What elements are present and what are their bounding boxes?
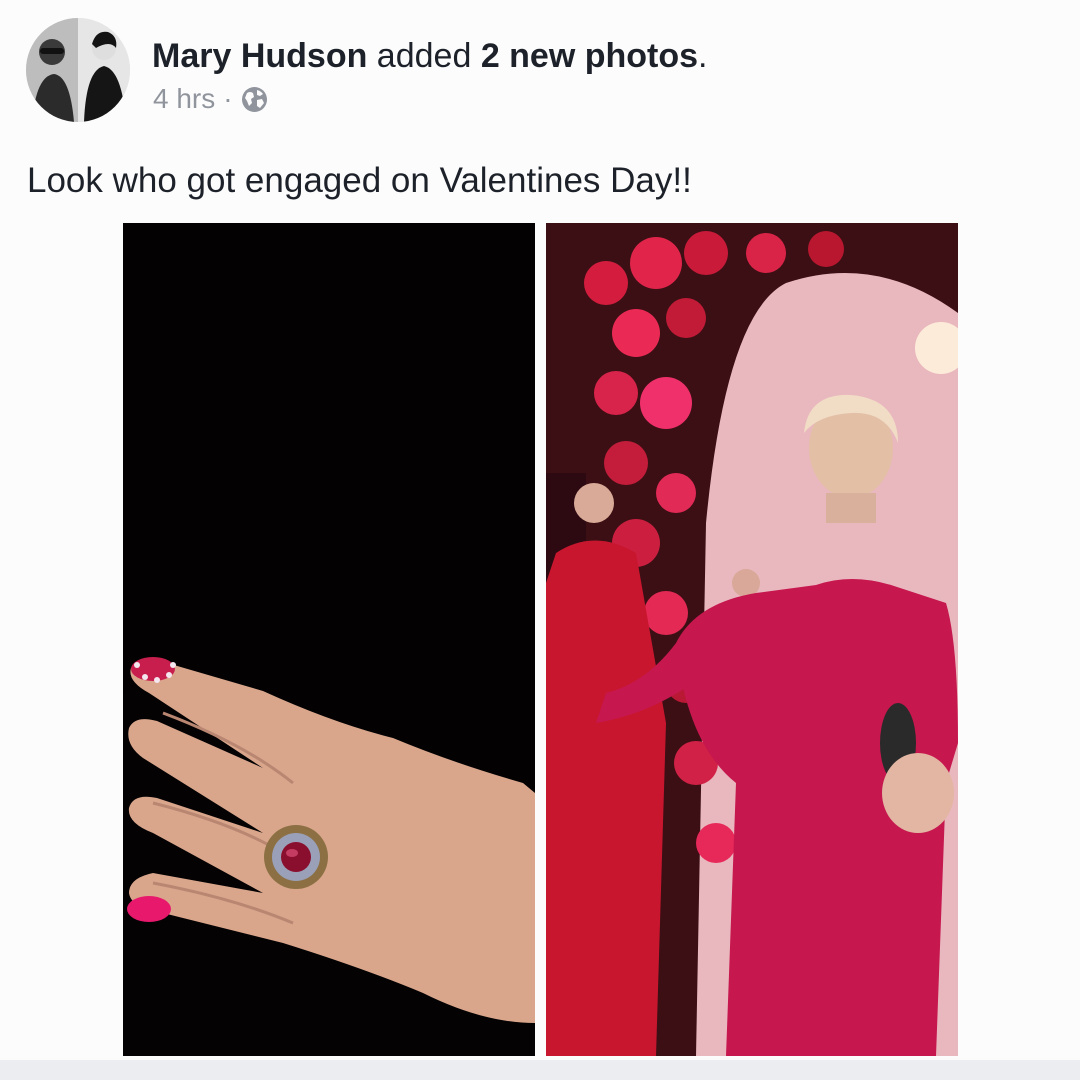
bottom-divider [0,1060,1080,1080]
photos-link[interactable]: 2 new photos [481,37,698,75]
photo-party-roses[interactable] [546,223,958,1056]
post-meta: 4 hrs · [153,82,268,116]
globe-icon[interactable] [241,86,268,113]
author-avatar[interactable] [26,18,130,122]
meta-separator: · [223,83,233,114]
author-name-link[interactable]: Mary Hudson [152,37,367,75]
action-verb: added [367,37,481,75]
photo-ring-hand[interactable] [123,223,535,1056]
facebook-post: Mary Hudson added 2 new photos. 4 hrs · … [0,0,1080,1080]
post-caption: Look who got engaged on Valentines Day!! [27,161,692,200]
post-header: Mary Hudson added 2 new photos. [152,36,708,76]
post-timestamp[interactable]: 4 hrs [153,82,215,116]
action-end: . [698,37,708,75]
